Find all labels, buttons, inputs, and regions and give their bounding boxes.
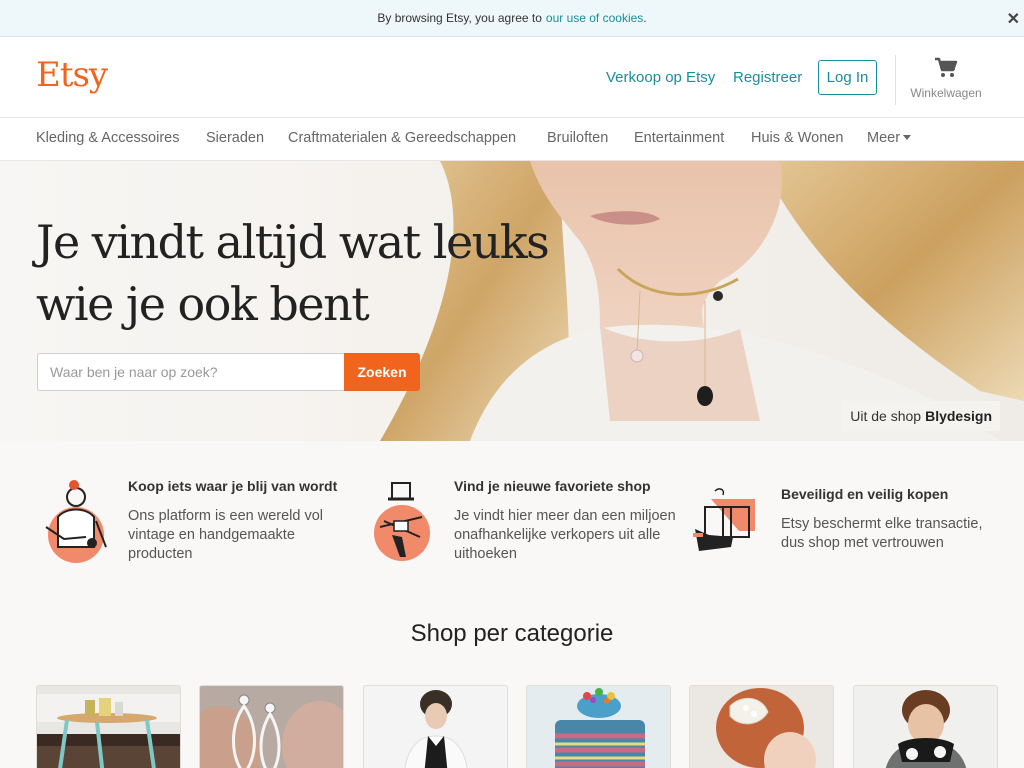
cart-button[interactable]: Winkelwagen bbox=[904, 57, 988, 100]
kids-image bbox=[854, 686, 997, 768]
search-input[interactable] bbox=[37, 353, 345, 391]
site-header: Etsy Verkoop op Etsy Registreer Log In W… bbox=[0, 37, 1024, 118]
nav-item-huis-wonen[interactable]: Huis & Wonen bbox=[751, 130, 843, 146]
value-prop-text: Ons platform is een wereld vol vintage e… bbox=[128, 508, 324, 562]
wedding-image bbox=[690, 686, 833, 768]
category-nav: Kleding & Accessoires Sieraden Craftmate… bbox=[0, 118, 1024, 161]
section-title-categories: Shop per categorie bbox=[410, 620, 614, 647]
hero-title-line1: Je vindt altijd wat leuks bbox=[36, 215, 550, 269]
cookie-banner: By browsing Etsy, you agree to our use o… bbox=[0, 0, 1024, 37]
nav-item-sieraden[interactable]: Sieraden bbox=[206, 130, 264, 146]
kids-tile[interactable] bbox=[853, 685, 998, 768]
value-props: Koop iets waar je blij van wordt Ons pla… bbox=[0, 441, 1024, 601]
knitting-hands-icon bbox=[374, 482, 430, 561]
value-prop-title: Beveiligd en veilig kopen bbox=[781, 486, 949, 502]
cart-icon bbox=[935, 57, 958, 77]
craft-supplies-tile[interactable] bbox=[526, 685, 671, 768]
shop-credit-prefix: Uit de shop bbox=[850, 408, 922, 424]
value-prop-title: Vind je nieuwe favoriete shop bbox=[454, 478, 651, 494]
cookie-text: By browsing Etsy, you agree to bbox=[377, 11, 542, 25]
nav-item-more[interactable]: Meer bbox=[867, 130, 912, 146]
chevron-down-icon bbox=[903, 135, 912, 140]
more-label: Meer bbox=[867, 130, 901, 146]
value-prop-text: Etsy beschermt elke transactie, dus shop… bbox=[781, 516, 983, 551]
nav-item-bruiloften[interactable]: Bruiloften bbox=[547, 130, 608, 146]
secure-exchange-icon bbox=[693, 488, 755, 551]
shopping-person-icon bbox=[45, 480, 107, 563]
nav-item-entertainment[interactable]: Entertainment bbox=[634, 130, 724, 146]
cookie-policy-link[interactable]: our use of cookies bbox=[546, 11, 643, 25]
home-decor-tile[interactable] bbox=[36, 685, 181, 768]
nav-item-craftmaterialen[interactable]: Craftmaterialen & Gereedschappen bbox=[288, 130, 516, 146]
clothing-tile[interactable] bbox=[363, 685, 508, 768]
craft-supplies-image bbox=[527, 686, 670, 768]
etsy-logo[interactable]: Etsy bbox=[36, 55, 108, 95]
cookie-suffix: . bbox=[643, 11, 647, 25]
sell-on-etsy-link[interactable]: Verkoop op Etsy bbox=[606, 69, 715, 86]
hero-banner: Je vindt altijd wat leuks wie je ook ben… bbox=[0, 161, 1024, 441]
nav-item-kleding[interactable]: Kleding & Accessoires bbox=[36, 130, 179, 146]
home-decor-image bbox=[37, 686, 180, 768]
header-divider bbox=[895, 55, 896, 105]
clothing-image bbox=[364, 686, 507, 768]
hero-title-line2: wie je ook bent bbox=[36, 277, 370, 331]
search-button[interactable]: Zoeken bbox=[344, 353, 420, 391]
register-link[interactable]: Registreer bbox=[733, 69, 802, 86]
jewelry-image bbox=[200, 686, 343, 768]
hero-title: Je vindt altijd wat leuks wie je ook ben… bbox=[36, 211, 550, 335]
jewelry-tile[interactable] bbox=[199, 685, 344, 768]
shop-credit-name: Blydesign bbox=[925, 408, 992, 424]
shop-credit[interactable]: Uit de shop Blydesign bbox=[842, 401, 1000, 431]
login-button[interactable]: Log In bbox=[818, 60, 877, 95]
value-prop-text: Je vindt hier meer dan een miljoen onafh… bbox=[454, 508, 676, 562]
value-prop-title: Koop iets waar je blij van wordt bbox=[128, 478, 338, 494]
wedding-tile[interactable] bbox=[689, 685, 834, 768]
close-icon[interactable]: ✕ bbox=[1007, 9, 1020, 29]
cart-label: Winkelwagen bbox=[910, 86, 982, 100]
